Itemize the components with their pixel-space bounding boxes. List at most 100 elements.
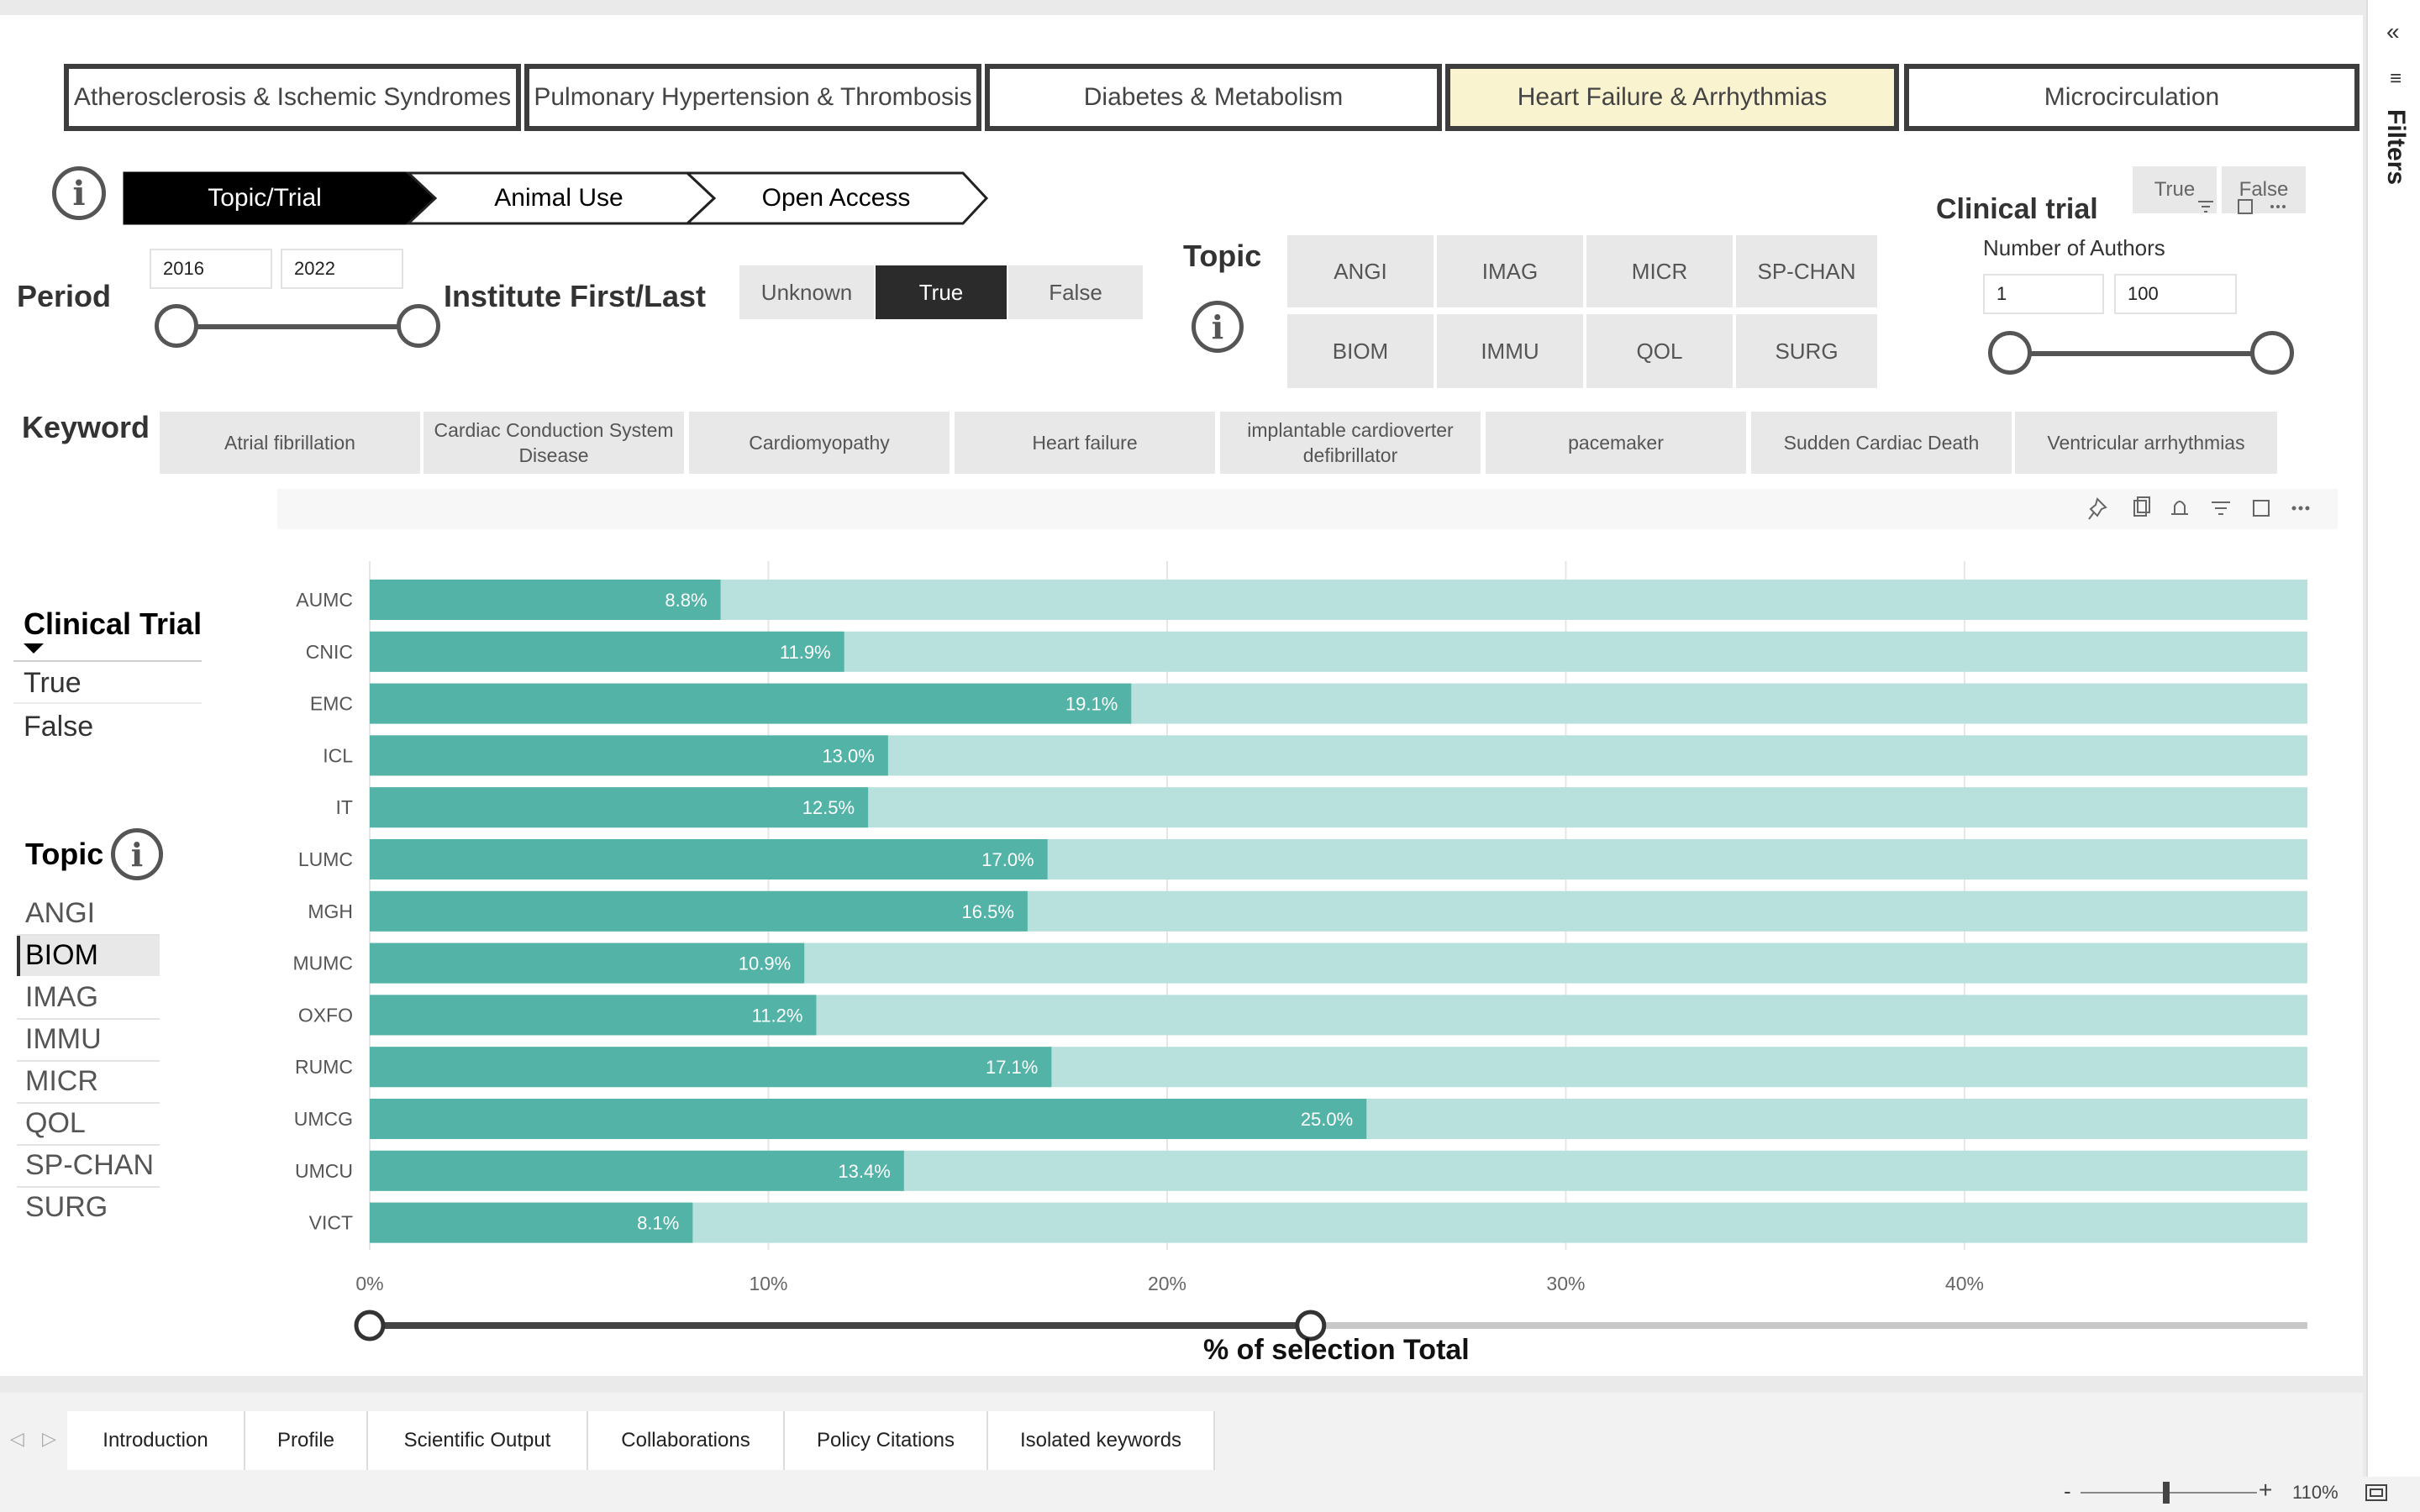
page-tab-isolated-keywords[interactable]: Isolated keywords bbox=[988, 1411, 1215, 1470]
data-label: 10.9% bbox=[739, 953, 791, 974]
topic-list-biom[interactable]: BIOM bbox=[25, 939, 98, 972]
institute-option-unknown[interactable]: Unknown bbox=[739, 265, 874, 319]
institute-option-false[interactable]: False bbox=[1008, 265, 1143, 319]
divider bbox=[17, 1102, 160, 1104]
institute-label: Institute First/Last bbox=[444, 279, 707, 313]
filters-label: Filters bbox=[2382, 109, 2410, 186]
category-label: MGH bbox=[308, 900, 353, 922]
topic-list-imag[interactable]: IMAG bbox=[25, 981, 98, 1014]
authors-slider-start-handle[interactable] bbox=[1988, 331, 2032, 375]
clinical-trial-list-true[interactable]: True bbox=[24, 667, 82, 700]
authors-min-input[interactable]: 1 bbox=[1983, 274, 2104, 314]
period-slider-start-handle[interactable] bbox=[155, 304, 198, 348]
zoom-in-button[interactable]: + bbox=[2259, 1477, 2272, 1504]
topic-list-surg[interactable]: SURG bbox=[25, 1191, 108, 1224]
topic-tile-immu[interactable]: IMMU bbox=[1437, 314, 1583, 388]
bar bbox=[370, 1047, 1052, 1088]
topic-tile-surg[interactable]: SURG bbox=[1736, 314, 1877, 388]
tab-diabetes[interactable]: Diabetes & Metabolism bbox=[985, 64, 1442, 131]
zoom-slider-thumb[interactable] bbox=[2163, 1482, 2170, 1504]
bar bbox=[370, 1150, 904, 1191]
topic-tile-sp-chan[interactable]: SP-CHAN bbox=[1736, 235, 1877, 307]
tab-pulmonary-hypertension[interactable]: Pulmonary Hypertension & Thrombosis bbox=[524, 64, 981, 131]
topic-tile-biom[interactable]: BIOM bbox=[1287, 314, 1434, 388]
page-tab-introduction[interactable]: Introduction bbox=[67, 1411, 245, 1470]
double-chevron-left-icon[interactable]: « bbox=[2386, 18, 2400, 45]
clinical-trial-top-label: Clinical trial bbox=[1936, 193, 2098, 225]
page-tab-scientific-output[interactable]: Scientific Output bbox=[368, 1411, 588, 1470]
period-slider-end-handle[interactable] bbox=[397, 304, 440, 348]
nav-open-access[interactable]: Open Access bbox=[706, 173, 966, 223]
topic-tile-qol[interactable]: QOL bbox=[1586, 314, 1733, 388]
topic-list-immu[interactable]: IMMU bbox=[25, 1023, 102, 1056]
nav-animal-use[interactable]: Animal Use bbox=[429, 173, 689, 223]
tab-label: Atherosclerosis & Ischemic Syndromes bbox=[73, 83, 512, 111]
info-icon[interactable]: i bbox=[52, 166, 106, 220]
divider bbox=[13, 660, 202, 662]
category-label: EMC bbox=[310, 693, 353, 715]
clinical-trial-list-label: Clinical Trial bbox=[24, 606, 203, 641]
topic-list-sp-chan[interactable]: SP-CHAN bbox=[25, 1149, 154, 1182]
divider bbox=[17, 1186, 160, 1188]
institute-option-true[interactable]: True bbox=[876, 265, 1007, 319]
bar bbox=[370, 735, 888, 776]
nav-label: Topic/Trial bbox=[208, 184, 322, 212]
tab-microcirculation[interactable]: Microcirculation bbox=[1904, 64, 2360, 131]
scroll-left-icon[interactable]: ◁ bbox=[10, 1428, 24, 1450]
keyword-ventricular-arrhythmias[interactable]: Ventricular arrhythmias bbox=[2015, 412, 2277, 474]
nav-label: Animal Use bbox=[494, 184, 623, 212]
topic-list-qol[interactable]: QOL bbox=[25, 1107, 86, 1140]
authors-max-input[interactable]: 100 bbox=[2114, 274, 2237, 314]
page-tab-profile[interactable]: Profile bbox=[245, 1411, 368, 1470]
keyword-atrial-fibrillation[interactable]: Atrial fibrillation bbox=[160, 412, 420, 474]
range-slider-start-handle[interactable] bbox=[354, 1310, 386, 1341]
keyword-pacemaker[interactable]: pacemaker bbox=[1486, 412, 1746, 474]
data-label: 25.0% bbox=[1301, 1109, 1353, 1130]
filters-label-container: Filters bbox=[2373, 109, 2418, 210]
keyword-heart-failure[interactable]: Heart failure bbox=[955, 412, 1215, 474]
visual-header bbox=[277, 489, 2338, 529]
keyword-icd[interactable]: implantable cardioverter defibrillator bbox=[1220, 412, 1481, 474]
topic-info-icon[interactable]: i bbox=[1192, 301, 1244, 353]
bar bbox=[370, 631, 844, 672]
clinical-trial-list-false[interactable]: False bbox=[24, 711, 93, 743]
page-tab-collaborations[interactable]: Collaborations bbox=[588, 1411, 785, 1470]
category-label: RUMC bbox=[295, 1056, 353, 1078]
data-label: 8.1% bbox=[637, 1213, 679, 1234]
zoom-out-button[interactable]: - bbox=[2064, 1478, 2071, 1504]
page-tab-policy-citations[interactable]: Policy Citations bbox=[785, 1411, 988, 1470]
focus-mode-icon bbox=[2253, 500, 2270, 517]
data-label: 17.0% bbox=[981, 849, 1034, 870]
data-label: 11.2% bbox=[752, 1005, 803, 1026]
scroll-right-icon[interactable]: ▷ bbox=[42, 1428, 56, 1450]
tab-atherosclerosis[interactable]: Atherosclerosis & Ischemic Syndromes bbox=[64, 64, 521, 131]
nav-label: Open Access bbox=[761, 184, 911, 212]
keyword-sudden-cardiac-death[interactable]: Sudden Cardiac Death bbox=[1751, 412, 2012, 474]
bar bbox=[370, 683, 1132, 724]
topic-tile-angi[interactable]: ANGI bbox=[1287, 235, 1434, 307]
sort-down-icon[interactable] bbox=[24, 643, 44, 655]
period-label: Period bbox=[17, 279, 112, 313]
slicer-header-icons bbox=[2198, 199, 2286, 214]
authors-slider-end-handle[interactable] bbox=[2250, 331, 2294, 375]
data-label: 8.8% bbox=[665, 590, 707, 611]
authors-slider-track bbox=[2012, 351, 2272, 356]
period-to-input[interactable]: 2022 bbox=[281, 249, 403, 289]
divider bbox=[17, 1018, 160, 1020]
topic-tile-imag[interactable]: IMAG bbox=[1437, 235, 1583, 307]
keyword-cardiac-conduction[interactable]: Cardiac Conduction System Disease bbox=[424, 412, 684, 474]
topic-list-micr[interactable]: MICR bbox=[25, 1065, 98, 1098]
tab-heart-failure[interactable]: Heart Failure & Arrhythmias bbox=[1445, 64, 1899, 131]
period-slider-track bbox=[176, 324, 420, 329]
topic-list-info-icon[interactable]: i bbox=[111, 828, 163, 880]
period-from-input[interactable]: 2016 bbox=[150, 249, 272, 289]
status-bar bbox=[0, 1477, 2420, 1512]
keyword-cardiomyopathy[interactable]: Cardiomyopathy bbox=[689, 412, 950, 474]
topic-list-angi[interactable]: ANGI bbox=[25, 897, 95, 930]
fit-to-page-icon[interactable] bbox=[2365, 1483, 2390, 1502]
filters-pane[interactable]: « ≡ Filters bbox=[2366, 0, 2420, 1512]
nav-topic-trial[interactable]: Topic/Trial bbox=[134, 173, 395, 223]
zoom-level: 110% bbox=[2292, 1482, 2338, 1503]
topic-tile-micr[interactable]: MICR bbox=[1586, 235, 1733, 307]
category-label: OXFO bbox=[298, 1004, 353, 1026]
